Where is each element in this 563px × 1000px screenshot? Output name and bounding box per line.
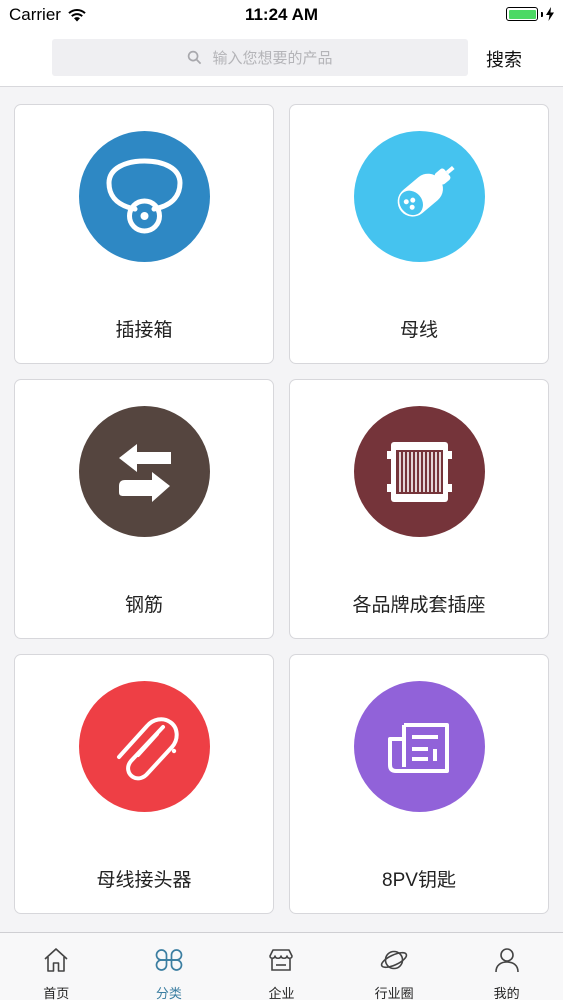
status-time: 11:24 AM: [244, 5, 319, 24]
search-icon: [188, 50, 202, 65]
plug-box-icon: [79, 131, 210, 262]
category-card-busbar[interactable]: 母线: [289, 104, 549, 364]
document-icon: [354, 681, 485, 812]
category-label: 母线: [399, 320, 438, 341]
tab-home[interactable]: 首页: [0, 933, 113, 1000]
tab-mine[interactable]: 我的: [450, 933, 563, 1000]
paperclip-icon: [79, 681, 210, 812]
tab-label: 分类: [155, 986, 182, 1000]
search-placeholder: 输入您想要的产品: [212, 50, 333, 67]
search-button[interactable]: 搜索: [486, 46, 522, 72]
socket-panel-icon: [354, 406, 485, 537]
category-label: 钢筋: [124, 595, 163, 616]
tab-label: 行业圈: [374, 986, 414, 1000]
battery: [506, 7, 554, 21]
user-icon: [494, 948, 519, 973]
search-bar: 输入您想要的产品 搜索: [0, 30, 563, 87]
category-label: 各品牌成套插座: [352, 595, 486, 616]
category-label: 8PV钥匙: [382, 870, 456, 891]
battery-icon: [506, 7, 538, 21]
category-card-busbar-connector[interactable]: 母线接头器: [14, 654, 274, 914]
category-label: 插接箱: [115, 320, 173, 341]
category-card-8pv-key[interactable]: 8PV钥匙: [289, 654, 549, 914]
category-card-plug-box[interactable]: 插接箱: [14, 104, 274, 364]
charging-bolt-icon: [546, 7, 554, 21]
tab-label: 企业: [268, 986, 295, 1000]
category-grid: 插接箱 母线 钢筋 各品牌成套插座 母线接头器 8PV钥匙: [14, 104, 549, 914]
search-input[interactable]: 输入您想要的产品: [52, 39, 468, 76]
category-icon: [155, 949, 183, 971]
status-bar: Carrier 11:24 AM: [0, 0, 563, 30]
tab-bar: 首页 分类 企业 行业圈 我的: [0, 932, 563, 1000]
category-card-rebar[interactable]: 钢筋: [14, 379, 274, 639]
swap-arrows-icon: [79, 406, 210, 537]
home-icon: [44, 948, 68, 972]
tab-industry[interactable]: 行业圈: [338, 933, 451, 1000]
tab-enterprise[interactable]: 企业: [225, 933, 338, 1000]
tab-label: 我的: [493, 986, 520, 1000]
planet-icon: [380, 950, 408, 970]
store-icon: [269, 949, 294, 971]
category-label: 母线接头器: [96, 870, 192, 891]
category-card-socket-set[interactable]: 各品牌成套插座: [289, 379, 549, 639]
tab-label: 首页: [43, 986, 70, 1000]
busbar-icon: [354, 131, 485, 262]
tab-category[interactable]: 分类: [113, 933, 226, 1000]
